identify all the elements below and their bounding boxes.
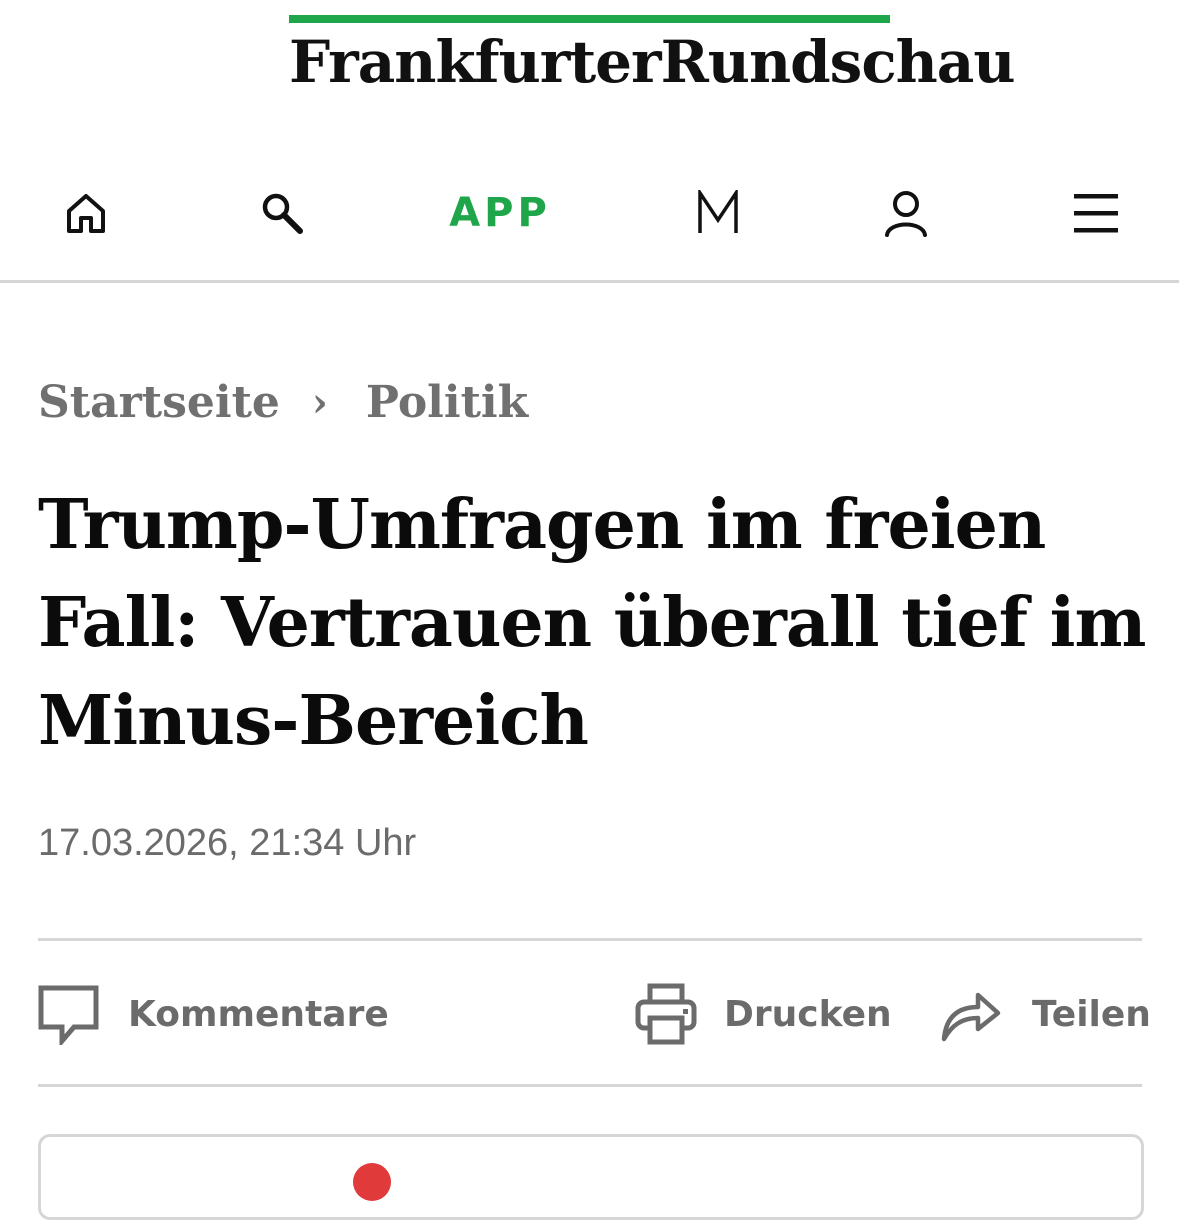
print-label: Drucken [724, 993, 892, 1035]
share-arrow-icon [941, 992, 1001, 1042]
top-navigation: APP [0, 150, 1179, 283]
divider [38, 938, 1142, 941]
divider [38, 1084, 1142, 1087]
comments-button[interactable]: Kommentare [38, 972, 389, 1056]
comments-label: Kommentare [128, 993, 389, 1035]
nav-m-button[interactable] [680, 150, 756, 276]
search-icon [262, 193, 303, 234]
menu-icon [1074, 194, 1118, 233]
nav-menu-button[interactable] [1058, 150, 1134, 276]
site-logo[interactable]: FrankfurterRundschau [289, 24, 1016, 100]
article-actions: Kommentare Drucken Teilen [38, 972, 1151, 1056]
breadcrumb-politik-link[interactable]: Politik [366, 377, 528, 428]
brand-bar [289, 15, 890, 23]
comment-icon [38, 985, 99, 1045]
share-button[interactable]: Teilen [940, 972, 1151, 1056]
breadcrumb-home-link[interactable]: Startseite [38, 377, 280, 428]
print-button[interactable]: Drucken [634, 972, 892, 1056]
nav-account-button[interactable] [868, 150, 944, 276]
nav-search-button[interactable] [242, 150, 322, 276]
content-card [38, 1134, 1144, 1220]
masthead: FrankfurterRundschau [0, 0, 1179, 130]
nav-app-link[interactable]: APP [430, 150, 570, 276]
article-headline: Trump-Umfragen im freien Fall: Vertrauen… [38, 485, 1146, 761]
breadcrumb: Startseite › Politik [38, 370, 528, 434]
breadcrumb-separator: › [311, 378, 328, 426]
notification-dot [353, 1163, 391, 1201]
printer-icon [635, 983, 697, 1045]
nav-home-button[interactable] [46, 150, 126, 276]
article-date: 17.03.2026, 21:34 Uhr [38, 822, 417, 864]
m-logo-icon [698, 190, 738, 233]
home-icon [67, 194, 105, 233]
share-label: Teilen [1032, 993, 1151, 1035]
user-icon [885, 191, 927, 237]
